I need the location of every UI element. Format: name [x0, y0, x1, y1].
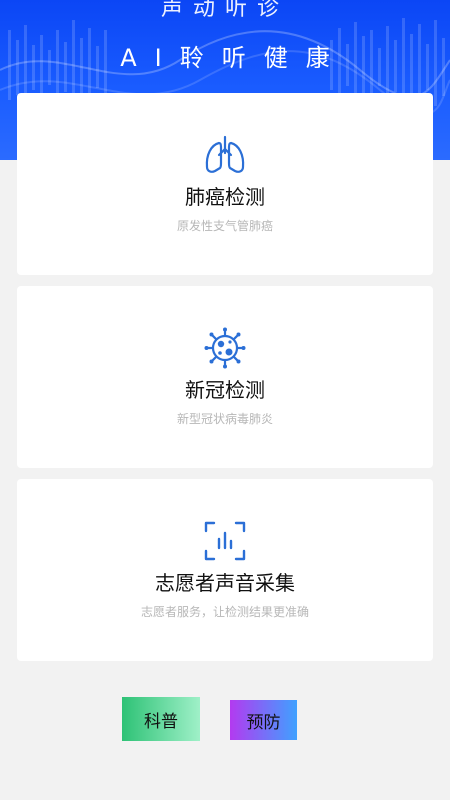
card-subtitle: 原发性支气管肺癌: [176, 219, 273, 233]
science-button[interactable]: 科普: [122, 697, 200, 741]
banner-slogan: AI聆听健康: [120, 44, 348, 72]
prevention-button[interactable]: 预防: [230, 700, 297, 740]
lungs-icon: [205, 135, 245, 173]
virus-icon: [204, 327, 246, 369]
card-subtitle: 新型冠状病毒肺炎: [176, 412, 273, 426]
card-lung-cancer[interactable]: 肺癌检测 原发性支气管肺癌: [17, 93, 433, 275]
card-voice-collection[interactable]: 志愿者声音采集 志愿者服务，让检测结果更准确: [17, 479, 433, 661]
app-name: 声动听诊: [160, 0, 289, 21]
card-covid[interactable]: 新冠检测 新型冠状病毒肺炎: [17, 286, 433, 468]
card-subtitle: 志愿者服务，让检测结果更准确: [140, 605, 309, 619]
card-title: 肺癌检测: [185, 185, 265, 209]
card-title: 志愿者声音采集: [155, 571, 295, 595]
card-title: 新冠检测: [185, 378, 265, 402]
voice-scan-icon: [204, 521, 246, 561]
